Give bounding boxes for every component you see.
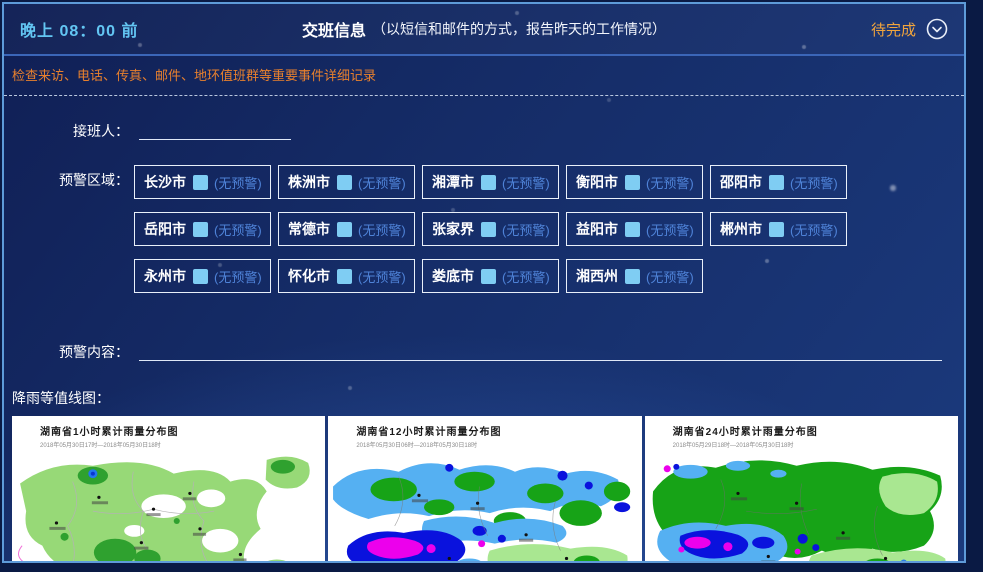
shift-handover-panel: 晚上 08：00 前 交班信息 （以短信和邮件的方式，报告昨天的工作情况） 待完… (2, 2, 966, 563)
city-name: 岳阳市 (144, 219, 186, 239)
warning-content-input[interactable] (139, 337, 942, 361)
city-name: 株洲市 (288, 172, 330, 192)
city-name: 邵阳市 (720, 172, 762, 192)
corner-decoration (2, 2, 13, 13)
no-warning-label: (无预警) (502, 267, 550, 286)
no-warning-label: (无预警) (358, 220, 406, 239)
city-warning-box[interactable]: 益阳市 (无预警) (566, 212, 703, 246)
city-name: 娄底市 (432, 266, 474, 286)
rain-map-24h-image (645, 452, 958, 563)
city-name: 永州市 (144, 266, 186, 286)
city-warning-box[interactable]: 湘西州 (无预警) (566, 259, 703, 293)
map-subtitle-24h: 2018年05月29日18时—2018年05月30日18时 (673, 440, 958, 449)
city-checkbox[interactable] (625, 222, 640, 237)
page-subtitle: （以短信和邮件的方式，报告昨天的工作情况） (372, 19, 666, 39)
no-warning-label: (无预警) (502, 173, 550, 192)
status-wrap: 待完成 (871, 18, 948, 40)
corner-decoration (955, 2, 966, 13)
city-checkbox[interactable] (337, 222, 352, 237)
city-name: 张家界 (432, 219, 474, 239)
deadline-label: 晚上 08：00 前 (20, 17, 139, 41)
city-name: 长沙市 (144, 172, 186, 192)
city-checkbox[interactable] (337, 269, 352, 284)
city-warning-box[interactable]: 永州市 (无预警) (134, 259, 271, 293)
no-warning-label: (无预警) (214, 220, 262, 239)
no-warning-label: (无预警) (358, 267, 406, 286)
city-warning-box[interactable]: 岳阳市 (无预警) (134, 212, 271, 246)
city-warning-box[interactable]: 怀化市 (无预警) (278, 259, 415, 293)
no-warning-label: (无预警) (214, 173, 262, 192)
city-checkbox[interactable] (193, 175, 208, 190)
city-warning-box[interactable]: 湘潭市 (无预警) (422, 165, 559, 199)
city-name: 郴州市 (720, 219, 762, 239)
city-checkbox[interactable] (625, 269, 640, 284)
title-wrap: 交班信息 （以短信和邮件的方式，报告昨天的工作情况） (4, 4, 964, 54)
no-warning-label: (无预警) (502, 220, 550, 239)
no-warning-label: (无预警) (646, 220, 694, 239)
city-warning-box[interactable]: 娄底市 (无预警) (422, 259, 559, 293)
city-name: 湘西州 (576, 266, 618, 286)
receiver-input[interactable] (139, 116, 291, 140)
warning-area-row: 预警区域： 长沙市 (无预警) 株洲市 (无预警) 湘潭市 (无预警) 衡阳市 … (4, 165, 964, 293)
chevron-down-circle-icon[interactable] (926, 18, 948, 40)
page-title: 交班信息 (302, 17, 366, 41)
map-subtitle-12h: 2018年05月30日06时—2018年05月30日18时 (356, 440, 641, 449)
city-warning-box[interactable]: 邵阳市 (无预警) (710, 165, 847, 199)
rain-map-panel-12h: 湖南省12小时累计雨量分布图 2018年05月30日06时—2018年05月30… (328, 416, 641, 563)
form: 接班人： 预警区域： 长沙市 (无预警) 株洲市 (无预警) 湘潭市 (无预警)… (4, 96, 964, 408)
city-checkbox[interactable] (769, 175, 784, 190)
city-checkbox[interactable] (193, 222, 208, 237)
no-warning-label: (无预警) (214, 267, 262, 286)
map-title-12h: 湖南省12小时累计雨量分布图 (356, 423, 641, 438)
city-name: 常德市 (288, 219, 330, 239)
no-warning-label: (无预警) (646, 267, 694, 286)
warning-content-label: 预警内容： (4, 337, 129, 362)
rain-maps-row: 湖南省1小时累计雨量分布图 2018年05月30日17时—2018年05月30日… (4, 416, 964, 563)
warning-area-label: 预警区域： (4, 165, 129, 190)
city-checkbox[interactable] (625, 175, 640, 190)
map-title-24h: 湖南省24小时累计雨量分布图 (673, 423, 958, 438)
no-warning-label: (无预警) (790, 220, 838, 239)
receiver-row: 接班人： (4, 116, 964, 141)
no-warning-label: (无预警) (790, 173, 838, 192)
city-checkbox[interactable] (193, 269, 208, 284)
city-checkbox[interactable] (481, 175, 496, 190)
no-warning-label: (无预警) (358, 173, 406, 192)
city-name: 怀化市 (288, 266, 330, 286)
notice-text: 检查来访、电话、传真、邮件、地环值班群等重要事件详细记录 (4, 56, 964, 96)
header: 晚上 08：00 前 交班信息 （以短信和邮件的方式，报告昨天的工作情况） 待完… (4, 4, 964, 56)
warning-area-grid: 长沙市 (无预警) 株洲市 (无预警) 湘潭市 (无预警) 衡阳市 (无预警) … (134, 165, 848, 293)
receiver-label: 接班人： (4, 116, 129, 141)
city-name: 衡阳市 (576, 172, 618, 192)
rain-map-1h-image (12, 452, 325, 563)
city-warning-box[interactable]: 长沙市 (无预警) (134, 165, 271, 199)
city-checkbox[interactable] (481, 269, 496, 284)
rain-map-label: 降雨等值线图： (12, 388, 964, 408)
rain-map-panel-24h: 湖南省24小时累计雨量分布图 2018年05月29日18时—2018年05月30… (645, 416, 958, 563)
status-badge: 待完成 (871, 19, 916, 40)
city-checkbox[interactable] (769, 222, 784, 237)
city-warning-box[interactable]: 株洲市 (无预警) (278, 165, 415, 199)
map-title-1h: 湖南省1小时累计雨量分布图 (40, 423, 325, 438)
city-name: 湘潭市 (432, 172, 474, 192)
city-warning-box[interactable]: 张家界 (无预警) (422, 212, 559, 246)
no-warning-label: (无预警) (646, 173, 694, 192)
city-warning-box[interactable]: 常德市 (无预警) (278, 212, 415, 246)
city-warning-box[interactable]: 郴州市 (无预警) (710, 212, 847, 246)
map-subtitle-1h: 2018年05月30日17时—2018年05月30日18时 (40, 440, 325, 449)
city-name: 益阳市 (576, 219, 618, 239)
city-warning-box[interactable]: 衡阳市 (无预警) (566, 165, 703, 199)
rain-map-12h-image (328, 452, 641, 563)
rain-map-panel-1h: 湖南省1小时累计雨量分布图 2018年05月30日17时—2018年05月30日… (12, 416, 325, 563)
warning-content-row: 预警内容： (4, 337, 964, 362)
city-checkbox[interactable] (337, 175, 352, 190)
city-checkbox[interactable] (481, 222, 496, 237)
